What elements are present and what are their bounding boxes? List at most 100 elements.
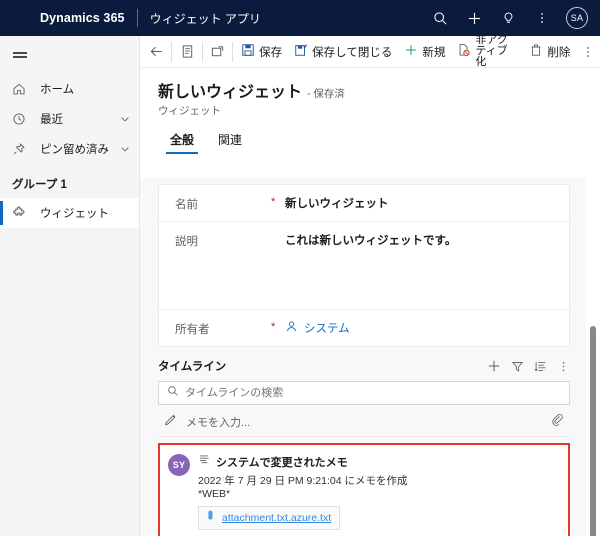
- page-title: 新しいウィジェット: [158, 84, 303, 101]
- form-card: 名前 * 新しいウィジェット 説明 これは新しいウィジェットです。 所有者 *: [158, 184, 570, 347]
- dynamics-365-app-window: Dynamics 365 ウィジェット アプリ SA ホーム 最近 ピン留め済み…: [0, 0, 600, 536]
- hamburger-icon[interactable]: [0, 36, 40, 74]
- entity-type-label: ウィジェット: [158, 105, 221, 117]
- save-status-label: - 保存済: [307, 88, 345, 100]
- timeline-entry[interactable]: SY システムで変更されたメモ 2022 年 7 月 29 日 PM 9:21:…: [158, 443, 570, 536]
- sort-icon[interactable]: [534, 360, 547, 373]
- save-label: 保存: [259, 46, 283, 59]
- deactivate-icon: [457, 43, 471, 60]
- entry-body: システムで変更されたメモ 2022 年 7 月 29 日 PM 9:21:04 …: [198, 453, 558, 536]
- field-label-description: 説明: [175, 236, 198, 248]
- sidebar-item-home[interactable]: ホーム: [0, 74, 139, 104]
- more-vertical-icon[interactable]: [557, 360, 570, 373]
- timeline-search-box[interactable]: [158, 381, 570, 405]
- entry-created-meta: 2022 年 7 月 29 日 PM 9:21:04 にメモを作成: [198, 475, 408, 487]
- entry-title: システムで変更されたメモ: [216, 457, 348, 469]
- trash-icon: [529, 43, 543, 60]
- delete-button[interactable]: 削除: [523, 37, 576, 67]
- command-bar-overflow-button[interactable]: [576, 37, 600, 67]
- search-icon: [167, 384, 179, 402]
- field-label-name: 名前: [175, 199, 198, 211]
- brand-label: Dynamics 365: [40, 11, 125, 25]
- save-and-close-icon: [294, 43, 308, 60]
- sidebar-item-recent[interactable]: 最近: [0, 104, 139, 134]
- command-separator: [201, 41, 203, 62]
- command-separator: [232, 41, 234, 62]
- attach-icon[interactable]: [551, 413, 564, 431]
- tab-related[interactable]: 関連: [206, 127, 254, 154]
- sidebar-item-widget[interactable]: ウィジェット: [0, 198, 139, 228]
- sidebar-item-label: ウィジェット: [40, 208, 109, 220]
- app-name-label: ウィジェット アプリ: [149, 11, 261, 26]
- entry-source-tag: *WEB*: [198, 488, 231, 500]
- save-and-close-label: 保存して閉じる: [312, 46, 393, 59]
- tab-general-label: 全般: [170, 133, 195, 147]
- sidebar-item-pinned[interactable]: ピン留め済み: [0, 134, 139, 164]
- field-row-name: 名前 * 新しいウィジェット: [159, 185, 569, 222]
- back-arrow-icon[interactable]: [144, 37, 169, 67]
- vertical-scrollbar-track[interactable]: [586, 178, 600, 536]
- lightbulb-icon[interactable]: [492, 2, 524, 34]
- save-and-close-button[interactable]: 保存して閉じる: [288, 37, 398, 67]
- timeline-title: タイムライン: [158, 361, 227, 373]
- field-label-owner: 所有者: [175, 324, 210, 336]
- timeline-header: タイムライン: [158, 355, 570, 377]
- required-indicator: *: [271, 196, 276, 208]
- field-row-owner: 所有者 * システム: [159, 310, 569, 346]
- plus-icon[interactable]: [487, 359, 501, 373]
- home-icon: [12, 82, 32, 96]
- popout-icon[interactable]: [205, 37, 230, 67]
- clock-icon: [12, 112, 32, 126]
- filter-icon[interactable]: [511, 360, 524, 373]
- command-separator: [171, 41, 173, 62]
- save-icon: [241, 43, 255, 60]
- left-sidebar: ホーム 最近 ピン留め済み グループ 1 ウィジェット: [0, 36, 140, 536]
- new-label: 新規: [422, 46, 446, 59]
- chevron-down-icon[interactable]: [119, 113, 131, 125]
- field-value-owner[interactable]: システム: [285, 320, 553, 336]
- timeline-actions: [487, 359, 570, 373]
- timeline-section: タイムライン タイムラインの検索 メモを入力... SY システムで変更されたメ…: [158, 355, 570, 536]
- deactivate-label: 非アクティブ化: [475, 36, 508, 68]
- timeline-search-input[interactable]: [185, 387, 561, 399]
- paperclip-icon: [205, 509, 216, 527]
- timeline-note-input-row[interactable]: メモを入力...: [158, 407, 570, 437]
- attachment-chip[interactable]: attachment.txt.azure.txt: [198, 506, 341, 530]
- entry-title-row: システムで変更されたメモ: [198, 453, 558, 471]
- field-value-name[interactable]: 新しいウィジェット: [285, 195, 553, 211]
- tab-related-label: 関連: [218, 133, 243, 147]
- page-header: 新しいウィジェット - 保存済 ウィジェット: [140, 68, 600, 118]
- form-body: 名前 * 新しいウィジェット 説明 これは新しいウィジェットです。 所有者 *: [140, 178, 600, 536]
- user-avatar[interactable]: SA: [566, 7, 588, 29]
- command-bar: 保存 保存して閉じる 新規 非アクティブ化 削除: [140, 36, 600, 68]
- sidebar-item-label: ホーム: [40, 84, 75, 96]
- main-content-area: 保存 保存して閉じる 新規 非アクティブ化 削除 新しいウィジェット - 保存済…: [140, 36, 600, 536]
- pin-icon: [12, 142, 32, 156]
- plus-icon: [404, 43, 418, 60]
- field-value-description[interactable]: これは新しいウィジェットです。: [285, 232, 553, 248]
- top-bar-actions: SA: [424, 2, 600, 34]
- top-navigation-bar: Dynamics 365 ウィジェット アプリ SA: [0, 0, 600, 36]
- chevron-down-icon[interactable]: [119, 143, 131, 155]
- brand-divider: [136, 9, 138, 27]
- sidebar-group-header: グループ 1: [12, 179, 67, 191]
- plus-icon[interactable]: [458, 2, 490, 34]
- entry-avatar: SY: [168, 454, 190, 476]
- note-icon: [198, 453, 211, 471]
- tab-general[interactable]: 全般: [158, 127, 206, 154]
- page-title-row: 新しいウィジェット - 保存済: [158, 78, 600, 102]
- sidebar-item-label: 最近: [40, 114, 63, 126]
- vertical-scrollbar-thumb[interactable]: [590, 326, 596, 536]
- owner-name-label: システム: [304, 323, 350, 335]
- required-indicator: *: [271, 321, 276, 333]
- save-button[interactable]: 保存: [235, 37, 288, 67]
- person-icon: [285, 320, 298, 336]
- pencil-icon: [160, 412, 178, 431]
- attachment-name: attachment.txt.azure.txt: [222, 512, 332, 524]
- form-icon[interactable]: [174, 37, 199, 67]
- deactivate-button[interactable]: 非アクティブ化: [451, 36, 523, 68]
- search-icon[interactable]: [424, 2, 456, 34]
- new-button[interactable]: 新規: [398, 37, 451, 67]
- field-row-description: 説明 これは新しいウィジェットです。: [159, 222, 569, 310]
- more-vertical-icon[interactable]: [526, 2, 558, 34]
